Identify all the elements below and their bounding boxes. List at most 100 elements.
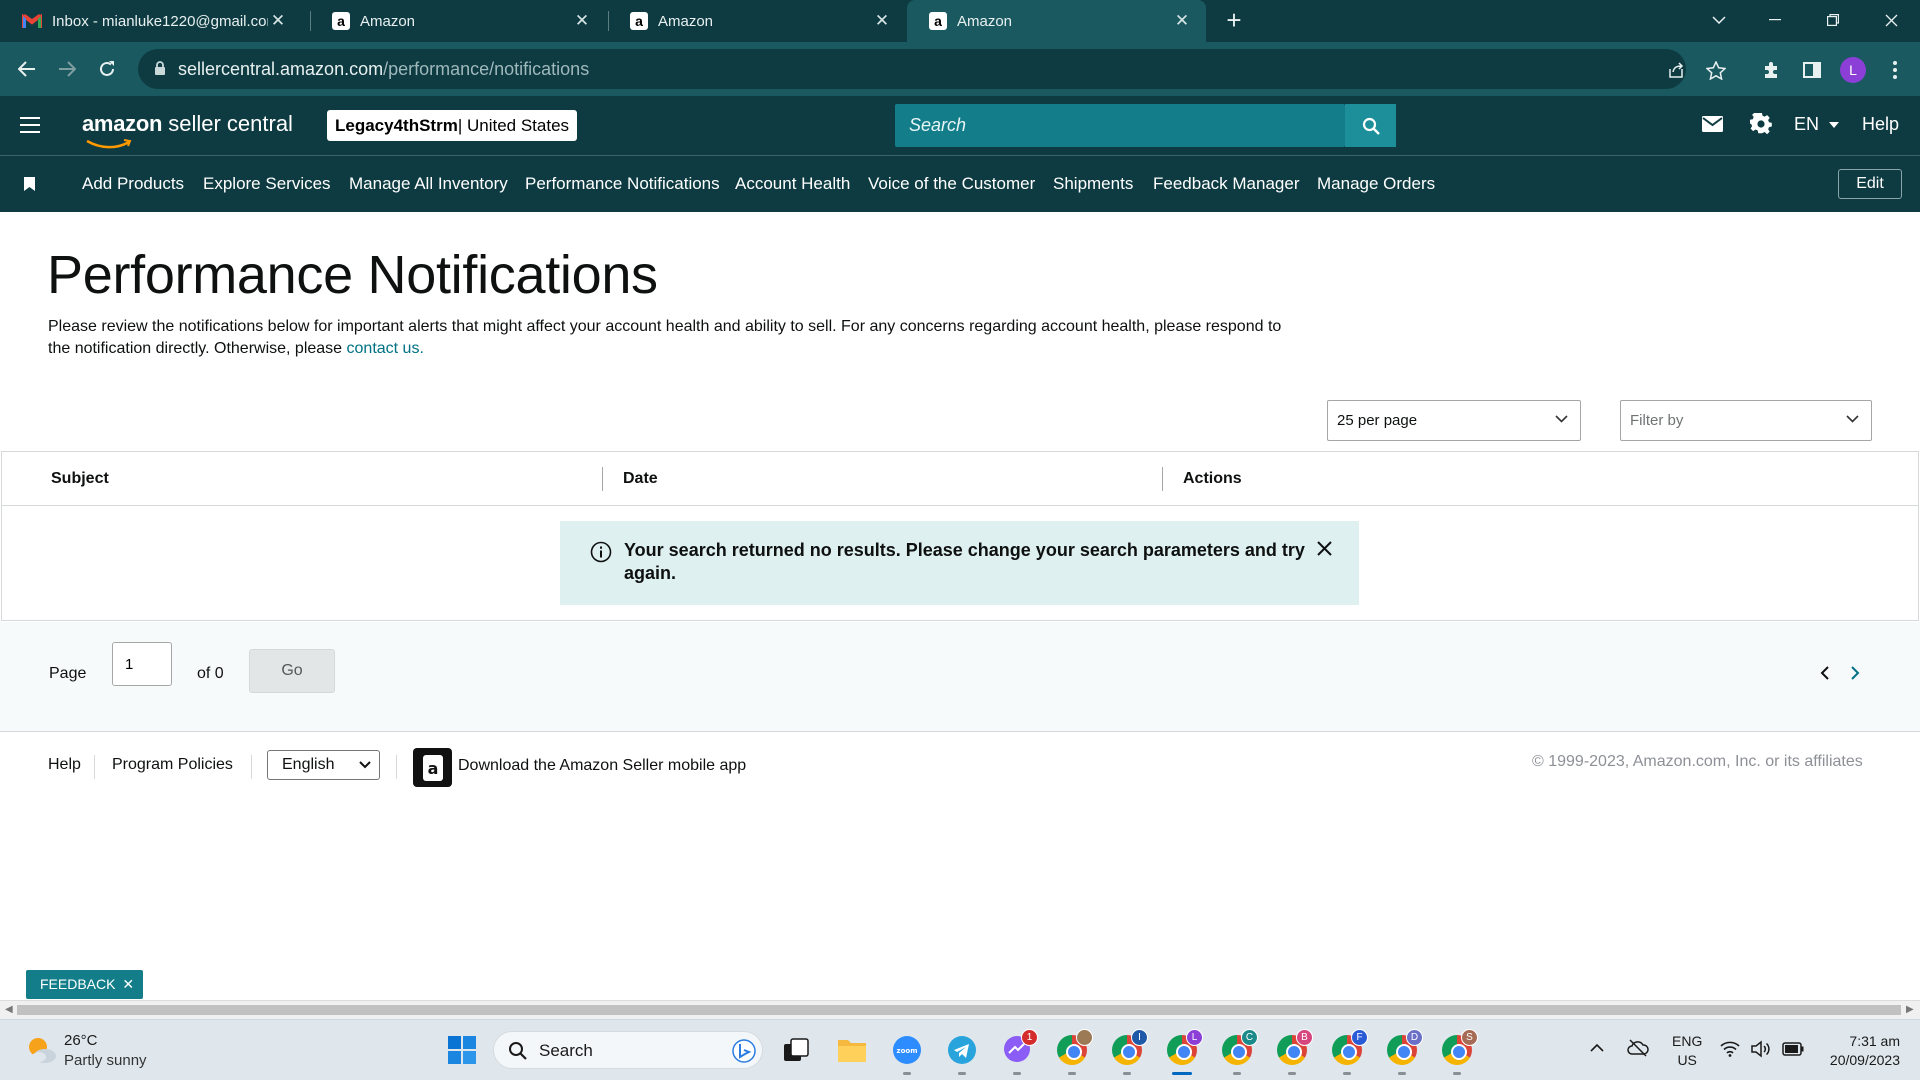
tab-gmail[interactable]: Inbox - mianluke1220@gmail.com ✕ [0,0,302,42]
show-hidden-icons-chevron-icon[interactable] [1590,1044,1604,1052]
browser-menu-icon[interactable] [1882,57,1908,83]
nav-manage-orders[interactable]: Manage Orders [1317,174,1435,194]
restore-button[interactable] [1810,0,1856,40]
horizontal-scrollbar[interactable]: ◀ ▶ [0,1000,1920,1019]
chrome-profile-icon[interactable]: S [1440,1029,1478,1067]
nav-performance-notifications[interactable]: Performance Notifications [525,174,720,194]
extensions-icon[interactable] [1759,57,1785,83]
chrome-profile-icon[interactable]: B [1275,1029,1313,1067]
chrome-profile-icon[interactable]: I [1110,1029,1148,1067]
zoom-icon[interactable]: zoom [890,1033,924,1067]
url-host: sellercentral.amazon.com [178,59,384,79]
footer-language-select[interactable]: English [267,750,380,780]
chrome-profile-icon[interactable]: F [1330,1029,1368,1067]
feedback-button[interactable]: FEEDBACK ✕ [26,970,144,999]
close-icon[interactable]: ✕ [572,11,592,31]
close-icon[interactable]: ✕ [122,976,134,992]
scroll-left-icon[interactable]: ◀ [5,1004,13,1015]
bookmark-star-icon[interactable] [1704,58,1728,82]
task-view-icon[interactable] [779,1033,813,1067]
edit-nav-button[interactable]: Edit [1838,169,1902,199]
running-indicator [903,1072,911,1075]
footer-help-link[interactable]: Help [48,756,81,774]
onedrive-offline-icon[interactable] [1627,1039,1649,1057]
back-arrow-icon[interactable] [10,52,44,86]
account-switcher[interactable]: Legacy4thStrm | United States [327,110,578,141]
close-icon[interactable]: ✕ [872,11,892,31]
column-header-date[interactable]: Date [623,470,658,488]
partly-sunny-icon[interactable] [24,1033,58,1067]
close-icon[interactable] [1317,541,1332,556]
weather-temperature[interactable]: 26°C [64,1032,98,1049]
lock-icon[interactable] [154,60,166,81]
nav-manage-all-inventory[interactable]: Manage All Inventory [349,174,508,194]
weather-condition[interactable]: Partly sunny [64,1052,147,1069]
chrome-profile-icon[interactable]: D [1385,1029,1423,1067]
logo-main-text: amazon [82,111,163,136]
nav-add-products[interactable]: Add Products [82,174,184,194]
mail-icon[interactable] [1702,116,1723,137]
notification-badge: 1 [1021,1029,1038,1046]
column-header-subject[interactable]: Subject [51,470,109,488]
bing-icon[interactable] [732,1039,756,1063]
tab-amazon-2[interactable]: a Amazon ✕ [608,0,906,42]
system-clock[interactable]: 7:31 am 20/09/2023 [1822,1032,1900,1070]
nav-shipments[interactable]: Shipments [1053,174,1133,194]
scroll-right-icon[interactable]: ▶ [1906,1004,1914,1015]
settings-gear-icon[interactable] [1750,112,1772,140]
previous-page-icon[interactable] [1820,666,1829,680]
input-language-indicator[interactable]: ENG US [1672,1032,1702,1070]
amazon-seller-app-icon[interactable]: a [413,748,452,787]
tab-search-chevron-icon[interactable] [1696,0,1742,40]
search-input[interactable] [895,104,1345,147]
profile-avatar[interactable]: L [1840,57,1866,83]
new-tab-button[interactable]: + [1220,6,1248,36]
file-explorer-icon[interactable] [835,1033,869,1067]
side-panel-icon[interactable] [1799,57,1825,83]
column-header-actions: Actions [1183,470,1242,487]
chrome-profile-icon[interactable] [1055,1029,1093,1067]
share-icon[interactable] [1664,58,1688,82]
windows-start-icon[interactable] [445,1033,479,1067]
help-link[interactable]: Help [1862,114,1899,135]
address-bar[interactable]: sellercentral.amazon.com/performance/not… [138,49,1726,89]
scrollbar-thumb[interactable] [17,1005,1901,1015]
chrome-profile-icon[interactable]: L [1165,1029,1203,1067]
battery-icon[interactable] [1782,1042,1804,1056]
telegram-icon[interactable] [945,1033,979,1067]
nav-feedback-manager[interactable]: Feedback Manager [1153,174,1299,194]
contact-us-link[interactable]: contact us. [347,340,424,357]
lang-top: ENG [1672,1033,1703,1049]
reload-icon[interactable] [90,52,124,86]
taskbar-search[interactable]: Search [493,1031,763,1069]
forward-arrow-icon[interactable] [50,52,84,86]
per-page-select[interactable]: 25 per page [1327,400,1581,441]
minimize-button[interactable] [1752,0,1798,40]
amazon-icon: a [630,12,648,30]
language-selector[interactable]: EN [1794,114,1840,135]
filter-select[interactable]: Filter by [1620,400,1872,441]
tab-amazon-active[interactable]: a Amazon ✕ [907,0,1206,42]
hamburger-menu-icon[interactable] [20,117,40,133]
search-button[interactable] [1345,104,1396,147]
nav-account-health[interactable]: Account Health [735,174,850,194]
download-app-link[interactable]: Download the Amazon Seller mobile app [458,757,746,775]
nav-voice-of-the-customer[interactable]: Voice of the Customer [868,174,1035,194]
go-button[interactable]: Go [249,649,335,693]
close-icon[interactable]: ✕ [1172,11,1192,31]
next-page-icon[interactable] [1851,666,1860,680]
page-number-input[interactable] [112,642,172,686]
tab-amazon-1[interactable]: a Amazon ✕ [310,0,606,42]
browser-toolbar: sellercentral.amazon.com/performance/not… [0,42,1920,96]
volume-icon[interactable] [1751,1040,1771,1058]
amazon-seller-central-logo[interactable]: amazon seller central [82,111,293,149]
footer-program-policies-link[interactable]: Program Policies [112,756,233,774]
wifi-icon[interactable] [1720,1041,1740,1057]
nav-explore-services[interactable]: Explore Services [203,174,331,194]
close-window-button[interactable] [1868,0,1914,40]
close-icon[interactable]: ✕ [268,11,288,31]
bookmark-icon[interactable] [24,177,35,196]
url-text[interactable]: sellercentral.amazon.com/performance/not… [178,59,589,80]
messenger-icon[interactable]: 1 [1000,1029,1038,1067]
chrome-profile-icon[interactable]: C [1220,1029,1258,1067]
